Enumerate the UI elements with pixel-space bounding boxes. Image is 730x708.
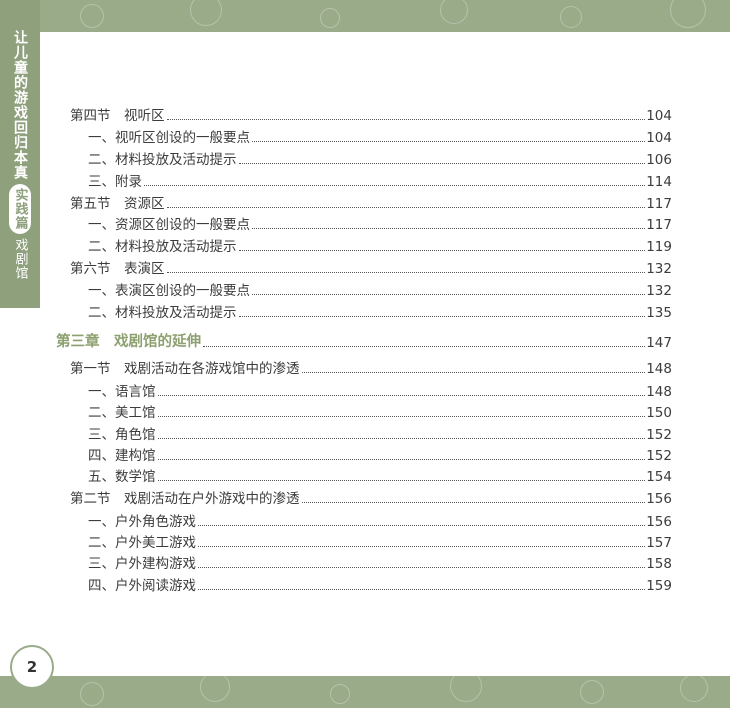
- toc-entry-page: 114: [646, 174, 672, 190]
- toc-entry-page: 158: [646, 556, 672, 572]
- toc-dot-leader: [157, 480, 646, 481]
- toc-dot-leader: [252, 141, 646, 142]
- toc-entry-title: 二、材料投放及活动提示: [88, 152, 237, 168]
- toc-entry-item[interactable]: 一、表演区创设的一般要点 132: [88, 279, 672, 299]
- toc-entry-page: 135: [646, 305, 672, 321]
- toc-entry-item[interactable]: 四、建构馆 152: [88, 444, 672, 464]
- toc-dot-leader: [252, 294, 646, 295]
- toc-entry-item[interactable]: 一、户外角色游戏 156: [88, 510, 672, 530]
- toc-entry-section[interactable]: 第二节 戏剧活动在户外游戏中的渗透 156: [70, 487, 672, 507]
- toc-entry-title: 三、角色馆: [88, 427, 156, 443]
- toc-entry-page: 154: [646, 469, 672, 485]
- side-title: 让儿童的游戏回归本真: [12, 30, 28, 180]
- toc-entry-title: 三、户外建构游戏: [88, 556, 196, 572]
- toc-entry-page: 119: [646, 239, 672, 255]
- toc-dot-leader: [301, 502, 646, 503]
- toc-dot-leader: [166, 207, 646, 208]
- toc-entry-item[interactable]: 二、材料投放及活动提示 135: [88, 301, 672, 321]
- toc-entry-item[interactable]: 一、资源区创设的一般要点 117: [88, 213, 672, 233]
- toc-entry-title: 二、户外美工游戏: [88, 535, 196, 551]
- toc-entry-title: 第三章 戏剧馆的延伸: [56, 333, 201, 350]
- toc-entry-title: 五、数学馆: [88, 469, 156, 485]
- toc-dot-leader: [157, 438, 646, 439]
- toc-entry-item[interactable]: 一、视听区创设的一般要点 104: [88, 126, 672, 146]
- toc-entry-item[interactable]: 三、附录 114: [88, 170, 672, 190]
- toc-entry-page: 152: [646, 448, 672, 464]
- toc-entry-title: 一、资源区创设的一般要点: [88, 217, 250, 233]
- toc-entry-page: 132: [646, 283, 672, 299]
- toc-entry-title: 一、表演区创设的一般要点: [88, 283, 250, 299]
- toc-entry-title: 四、建构馆: [88, 448, 156, 464]
- toc-entry-page: 157: [646, 535, 672, 551]
- toc-entry-chapter[interactable]: 第三章 戏剧馆的延伸 147: [56, 331, 672, 351]
- toc-dot-leader: [238, 250, 646, 251]
- toc-dot-leader: [157, 416, 646, 417]
- toc-entry-page: 148: [646, 361, 672, 377]
- toc-entry-title: 一、语言馆: [88, 384, 156, 400]
- band-pattern: [40, 0, 730, 32]
- toc-dot-leader: [198, 546, 646, 547]
- toc-entry-item[interactable]: 二、材料投放及活动提示 106: [88, 148, 672, 168]
- toc-entry-page: 117: [646, 217, 672, 233]
- toc-entry-item[interactable]: 四、户外阅读游戏 159: [88, 574, 672, 594]
- toc-entry-title: 四、户外阅读游戏: [88, 578, 196, 594]
- toc-dot-leader: [157, 395, 646, 396]
- toc-entry-section[interactable]: 第一节 戏剧活动在各游戏馆中的渗透 148: [70, 357, 672, 377]
- side-spine-band: 让儿童的游戏回归本真 实践篇 戏剧馆: [0, 0, 40, 308]
- toc-entry-title: 第二节 戏剧活动在户外游戏中的渗透: [70, 491, 300, 507]
- toc-entry-title: 二、美工馆: [88, 405, 156, 421]
- band-pattern: [0, 676, 730, 708]
- toc-entry-page: 132: [646, 261, 672, 277]
- toc-entry-page: 104: [646, 130, 672, 146]
- bottom-decorative-band: [0, 676, 730, 708]
- toc-entry-title: 第四节 视听区: [70, 108, 165, 124]
- toc-dot-leader: [166, 119, 646, 120]
- toc-entry-page: 117: [646, 196, 672, 212]
- toc-entry-item[interactable]: 二、美工馆 150: [88, 401, 672, 421]
- toc-entry-item[interactable]: 一、语言馆 148: [88, 380, 672, 400]
- toc-entry-section[interactable]: 第六节 表演区 132: [70, 257, 672, 277]
- toc-entry-section[interactable]: 第四节 视听区 104: [70, 104, 672, 124]
- side-badge: 实践篇: [9, 184, 31, 234]
- toc-entry-title: 一、视听区创设的一般要点: [88, 130, 250, 146]
- toc-entry-item[interactable]: 三、角色馆 152: [88, 423, 672, 443]
- toc-entry-page: 106: [646, 152, 672, 168]
- toc-entry-title: 二、材料投放及活动提示: [88, 239, 237, 255]
- toc-entry-title: 三、附录: [88, 174, 142, 190]
- toc-entry-page: 148: [646, 384, 672, 400]
- toc-entry-page: 156: [646, 491, 672, 507]
- toc-entry-page: 159: [646, 578, 672, 594]
- toc-entry-page: 104: [646, 108, 672, 124]
- toc-entry-title: 第五节 资源区: [70, 196, 165, 212]
- toc-entry-item[interactable]: 二、户外美工游戏 157: [88, 531, 672, 551]
- toc-dot-leader: [252, 228, 646, 229]
- top-decorative-band: [40, 0, 730, 32]
- toc-dot-leader: [238, 163, 646, 164]
- toc-entry-section[interactable]: 第五节 资源区 117: [70, 192, 672, 212]
- toc-entry-page: 156: [646, 514, 672, 530]
- toc-dot-leader: [166, 272, 646, 273]
- toc-entry-title: 一、户外角色游戏: [88, 514, 196, 530]
- toc-entry-page: 150: [646, 405, 672, 421]
- toc-entry-title: 第一节 戏剧活动在各游戏馆中的渗透: [70, 361, 300, 377]
- page-number: 2: [10, 645, 54, 689]
- toc-entry-page: 147: [646, 335, 672, 351]
- toc-entry-item[interactable]: 二、材料投放及活动提示 119: [88, 235, 672, 255]
- toc-entry-title: 二、材料投放及活动提示: [88, 305, 237, 321]
- toc-entry-item[interactable]: 五、数学馆 154: [88, 465, 672, 485]
- side-subtitle: 戏剧馆: [12, 238, 28, 280]
- toc-dot-leader: [238, 316, 646, 317]
- toc-entry-item[interactable]: 三、户外建构游戏 158: [88, 552, 672, 572]
- toc-dot-leader: [157, 459, 646, 460]
- toc-dot-leader: [198, 525, 646, 526]
- toc-dot-leader: [301, 372, 646, 373]
- toc-dot-leader: [198, 567, 646, 568]
- side-title-group: 让儿童的游戏回归本真 实践篇 戏剧馆: [0, 30, 40, 280]
- toc-dot-leader: [203, 346, 646, 347]
- toc-dot-leader: [198, 589, 646, 590]
- toc-dot-leader: [144, 185, 646, 186]
- toc-entry-page: 152: [646, 427, 672, 443]
- toc-entry-title: 第六节 表演区: [70, 261, 165, 277]
